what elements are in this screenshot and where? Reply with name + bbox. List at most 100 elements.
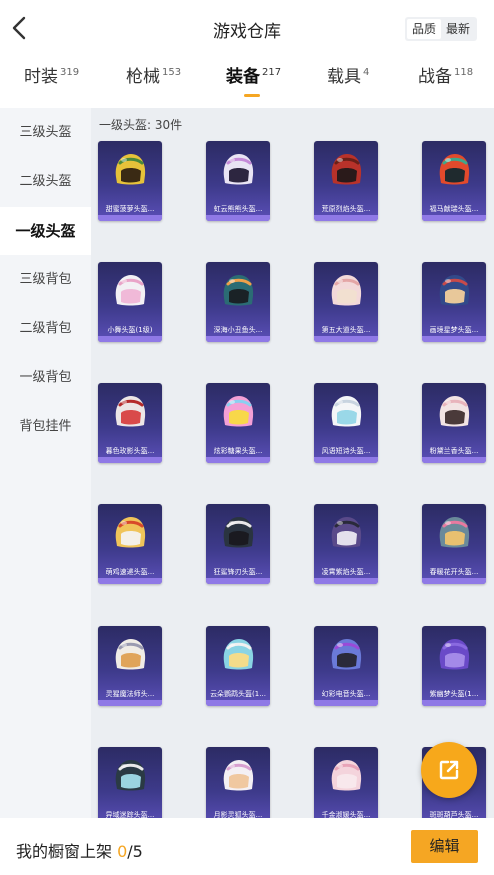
helmet-item-card[interactable]: 小舞头盔(1级): [98, 262, 162, 342]
helmet-item-card[interactable]: 千金淑媛头盔...: [314, 747, 378, 818]
helmet-icon: [115, 760, 146, 791]
helmet-item-card[interactable]: 第五大道头盔...: [314, 262, 378, 342]
item-name: 福马献瑞头盔...: [429, 205, 479, 213]
quality-bar: [98, 336, 162, 342]
tab-label: 战备: [418, 67, 452, 87]
helmet-icon: [115, 396, 146, 427]
sidebar: 三级头盔 二级头盔 一级头盔 三级背包 二级背包 一级背包 背包挂件: [0, 108, 91, 818]
helmet-icon: [223, 517, 254, 548]
item-name: 斑斑葫芦头盔...: [429, 811, 479, 818]
helmet-icon: [331, 760, 362, 791]
quality-bar: [206, 457, 270, 463]
helmet-icon: [439, 639, 470, 670]
item-name: 月影灵狐头盔...: [213, 811, 263, 818]
helmet-icon: [115, 517, 146, 548]
item-name: 风语短诗头盔...: [321, 447, 371, 455]
helmet-icon: [223, 760, 254, 791]
tab-label: 载具: [327, 67, 361, 87]
helmet-icon: [439, 396, 470, 427]
quality-bar: [98, 578, 162, 584]
helmet-item-card[interactable]: 紫幽梦头盔(1...: [422, 626, 486, 706]
quality-bar: [422, 457, 486, 463]
showcase-label: 我的橱窗上架: [16, 842, 118, 861]
quality-bar: [206, 578, 270, 584]
tab-label: 装备: [226, 67, 260, 87]
helmet-item-card[interactable]: 画境星梦头盔...: [422, 262, 486, 342]
sidebar-item-level3-backpack[interactable]: 三级背包: [0, 256, 91, 304]
helmet-item-card[interactable]: 风语短诗头盔...: [314, 383, 378, 463]
quality-bar: [422, 215, 486, 221]
helmet-item-card[interactable]: 粉黛兰香头盔...: [422, 383, 486, 463]
helmet-item-card[interactable]: 幻彩电音头盔...: [314, 626, 378, 706]
quality-bar: [314, 457, 378, 463]
item-name: 异域迷踪头盔...: [105, 811, 155, 818]
tab-count: 118: [454, 67, 474, 79]
sort-quality-button[interactable]: 品质: [407, 19, 441, 39]
helmet-icon: [115, 275, 146, 306]
helmet-item-card[interactable]: 炫彩糖果头盔...: [206, 383, 270, 463]
sidebar-item-level2-backpack[interactable]: 二级背包: [0, 305, 91, 353]
item-name: 粉黛兰香头盔...: [429, 447, 479, 455]
helmet-icon: [115, 154, 146, 185]
sidebar-item-backpack-charm[interactable]: 背包挂件: [0, 403, 91, 451]
section-title: 一级头盔: 30件: [99, 118, 183, 132]
helmet-icon: [439, 517, 470, 548]
helmet-icon: [223, 396, 254, 427]
tab-supplies[interactable]: 战备 118: [418, 62, 473, 106]
quality-bar: [422, 700, 486, 706]
helmet-icon: [331, 396, 362, 427]
quality-bar: [422, 336, 486, 342]
sort-latest-button[interactable]: 最新: [441, 19, 475, 39]
share-button[interactable]: [421, 742, 477, 798]
showcase-total: /5: [127, 842, 143, 861]
item-name: 春暖花开头盔...: [429, 568, 479, 576]
helmet-item-card[interactable]: 春暖花开头盔...: [422, 504, 486, 584]
item-name: 小舞头盔(1级): [107, 326, 153, 334]
edit-button[interactable]: 编辑: [411, 830, 478, 863]
quality-bar: [314, 700, 378, 706]
item-name: 云朵鹦鹉头盔(1...: [210, 690, 266, 698]
helmet-item-card[interactable]: 萌鸡速递头盔...: [98, 504, 162, 584]
item-name: 千金淑媛头盔...: [321, 811, 371, 818]
helmet-icon: [331, 517, 362, 548]
tab-vehicles[interactable]: 载具 4: [327, 62, 369, 106]
quality-bar: [314, 578, 378, 584]
sidebar-item-level1-backpack[interactable]: 一级背包: [0, 354, 91, 402]
item-name: 狂鲨锋刃头盔...: [213, 568, 263, 576]
helmet-item-card[interactable]: 福马献瑞头盔...: [422, 141, 486, 221]
helmet-item-card[interactable]: 月影灵狐头盔...: [206, 747, 270, 818]
item-name: 甜蜜菠萝头盔...: [105, 205, 155, 213]
quality-bar: [206, 700, 270, 706]
sidebar-item-level3-helmet[interactable]: 三级头盔: [0, 109, 91, 157]
item-name: 深海小丑鱼头...: [213, 326, 263, 334]
helmet-item-card[interactable]: 深海小丑鱼头...: [206, 262, 270, 342]
tab-equipment[interactable]: 装备 217: [226, 62, 281, 106]
helmet-item-card[interactable]: 荒原烈焰头盔...: [314, 141, 378, 221]
quality-bar: [314, 215, 378, 221]
showcase-status: 我的橱窗上架 0/5: [16, 838, 143, 862]
tab-costume[interactable]: 时装 319: [24, 62, 79, 106]
item-content: 一级头盔: 30件 甜蜜菠萝头盔... 虹云熊熊头盔... 荒原烈焰头盔... 福马献…: [91, 108, 494, 818]
helmet-item-card[interactable]: 云朵鹦鹉头盔(1...: [206, 626, 270, 706]
tab-count: 319: [60, 67, 80, 79]
helmet-item-card[interactable]: 凌霄紫焰头盔...: [314, 504, 378, 584]
helmet-icon: [223, 639, 254, 670]
helmet-item-card[interactable]: 暮色玫影头盔...: [98, 383, 162, 463]
helmet-item-card[interactable]: 虹云熊熊头盔...: [206, 141, 270, 221]
tab-guns[interactable]: 枪械 153: [126, 62, 181, 106]
helmet-item-card[interactable]: 异域迷踪头盔...: [98, 747, 162, 818]
item-name: 画境星梦头盔...: [429, 326, 479, 334]
helmet-item-card[interactable]: 甜蜜菠萝头盔...: [98, 141, 162, 221]
item-name: 虹云熊熊头盔...: [213, 205, 263, 213]
sidebar-item-level1-helmet[interactable]: 一级头盔: [0, 207, 91, 255]
sidebar-item-level2-helmet[interactable]: 二级头盔: [0, 158, 91, 206]
warehouse-screen: 游戏仓库 品质 最新 时装 319 枪械 153 装备 217 载具 4 战备 118 三…: [0, 0, 494, 875]
helmet-item-card[interactable]: 狂鲨锋刃头盔...: [206, 504, 270, 584]
active-tab-indicator: [244, 94, 260, 97]
item-name: 紫幽梦头盔(1...: [429, 690, 479, 698]
share-external-icon: [439, 760, 459, 780]
sort-toggle: 品质 最新: [405, 17, 477, 41]
item-name: 幻彩电音头盔...: [321, 690, 371, 698]
helmet-item-card[interactable]: 灵猩魔法师头...: [98, 626, 162, 706]
quality-bar: [98, 457, 162, 463]
